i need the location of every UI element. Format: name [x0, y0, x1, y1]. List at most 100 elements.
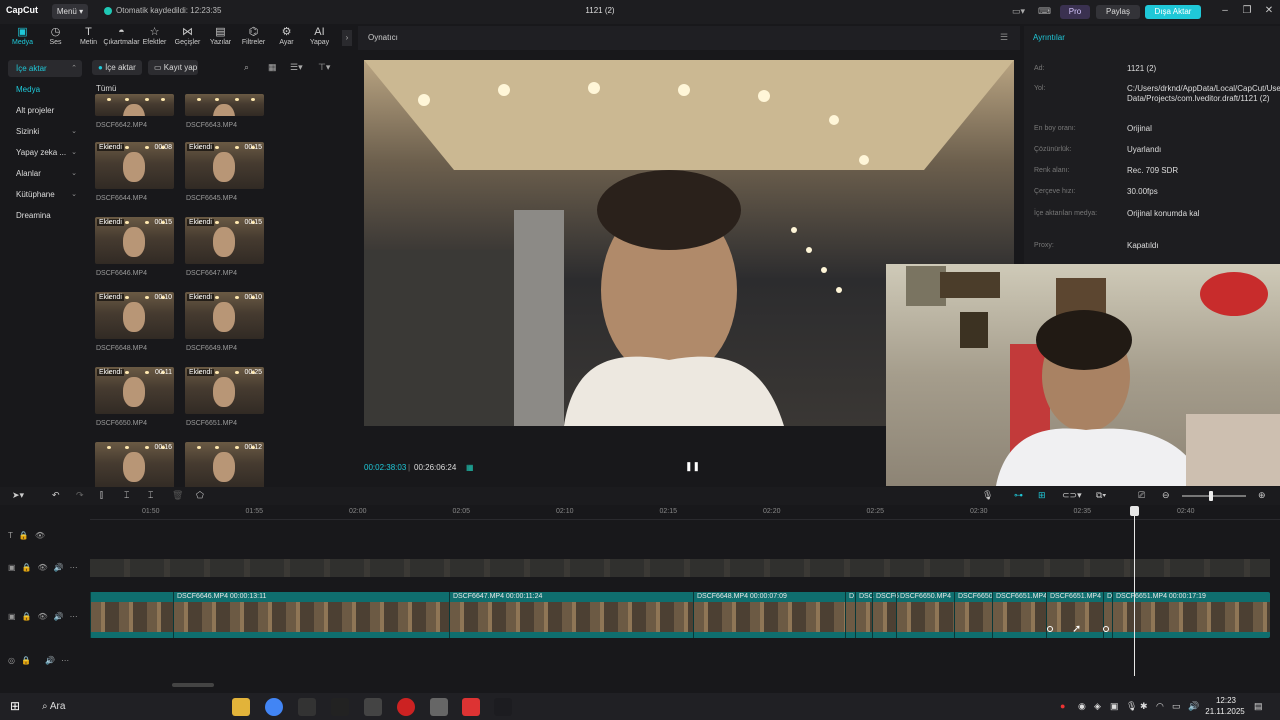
app-icon-8[interactable] [462, 698, 480, 716]
taskbar-search[interactable]: ⌕ Ara [36, 697, 226, 717]
app-icon-7[interactable] [430, 698, 448, 716]
text-track-controls[interactable]: T🔒👁 [8, 531, 51, 540]
main-track-controls[interactable]: ▣🔒👁🔊⋯ [8, 612, 84, 621]
media-thumbnail[interactable]: Eklendi 00:25 [185, 367, 264, 414]
auto-snap-icon[interactable]: ⊞ [1038, 490, 1046, 501]
timeline-clip[interactable]: DSC [855, 592, 874, 638]
sort-icon[interactable]: ☰▾ [290, 62, 303, 73]
zoom-in-icon[interactable]: ⊕ [1258, 490, 1266, 501]
record-button[interactable]: ▭ Kayıt yap [148, 60, 198, 75]
media-thumbnail[interactable]: Eklendi 00:08 [95, 142, 174, 189]
shortcuts-icon[interactable]: ⌨ [1038, 6, 1051, 17]
battery-icon[interactable]: ▭ [1172, 701, 1181, 712]
share-button[interactable]: Paylaş [1096, 5, 1140, 19]
tool-tab-5[interactable]: ⋈ Geçişler [171, 26, 204, 50]
close-icon[interactable]: ✕ [1262, 4, 1276, 18]
timeline-clip[interactable]: DSCF6651.MP4 [992, 592, 1047, 638]
player-menu-icon[interactable]: ☰ [1000, 32, 1008, 43]
tray-icon-3[interactable]: ◈ [1094, 701, 1101, 712]
timeline-clip[interactable]: DSCF6 [872, 592, 899, 638]
maximize-icon[interactable]: ❐ [1240, 4, 1254, 18]
media-thumbnail[interactable] [95, 94, 174, 116]
timecode-grid-icon[interactable]: ▦ [466, 463, 474, 472]
wifi-icon[interactable]: ◠ [1156, 701, 1164, 712]
app-icon-5[interactable] [364, 698, 382, 716]
nav-item-0[interactable]: İçe aktar ⌃ [8, 60, 82, 77]
nav-item-5[interactable]: Alanlar ⌄ [8, 165, 82, 182]
timeline-clip[interactable]: DSCF6646.MP4 00:00:13:11 [173, 592, 449, 638]
r-app-icon[interactable] [298, 698, 316, 716]
delete-icon[interactable]: 🗑 [172, 490, 183, 501]
trim-left-icon[interactable]: ⌶ [124, 490, 129, 501]
tool-tab-1[interactable]: ◷ Ses [39, 26, 72, 50]
capcut-window-icon[interactable] [494, 698, 512, 716]
capcut-icon[interactable] [331, 698, 349, 716]
tool-tab-8[interactable]: ⚙ Ayar [270, 26, 303, 50]
tools-scroll-right-icon[interactable]: › [342, 30, 352, 46]
nav-item-3[interactable]: Sizinki ⌄ [8, 123, 82, 140]
select-tool-icon[interactable]: ➤▾ [12, 490, 24, 501]
timeline-clip[interactable]: DSCF6650 [954, 592, 993, 638]
timeline-clip[interactable]: DSCF6648.MP4 00:00:07:09 [693, 592, 845, 638]
split-icon[interactable]: ⫿ [100, 490, 103, 501]
timeline-clip[interactable]: DSCF6647.MP4 00:00:11:24 [449, 592, 693, 638]
media-thumbnail[interactable]: Eklendi 00:15 [185, 217, 264, 264]
clock-date[interactable]: 21.11.2025 [1200, 707, 1250, 716]
tool-tab-0[interactable]: ▣ Medya [6, 26, 39, 50]
tray-icon-4[interactable]: ▣ [1110, 701, 1119, 712]
marker-icon[interactable]: ⬠ [196, 490, 204, 501]
timeline-clip[interactable]: DSCF6650.MP4 [896, 592, 954, 638]
nav-item-6[interactable]: Kütüphane ⌄ [8, 186, 82, 203]
main-track-magnet-icon[interactable]: ⊶ [1014, 490, 1023, 501]
media-thumbnail[interactable] [185, 94, 264, 116]
playhead[interactable] [1134, 508, 1135, 676]
microphone-icon[interactable]: 🎙 [982, 490, 993, 501]
undo-icon[interactable]: ↶ [52, 490, 60, 501]
fit-icon[interactable]: ⎚ [1138, 490, 1145, 501]
mic-tray-icon[interactable]: 🎙 [1126, 701, 1137, 712]
pause-icon[interactable]: ❚❚ [685, 461, 700, 472]
windows-start-icon[interactable]: ⊞ [10, 699, 20, 713]
volume-icon[interactable]: 🔊 [1188, 701, 1199, 712]
layout-icon[interactable]: ▭▾ [1012, 6, 1025, 17]
media-thumbnail[interactable]: Eklendi 00:15 [185, 142, 264, 189]
media-thumbnail[interactable]: Eklendi 00:15 [95, 217, 174, 264]
bluetooth-icon[interactable]: ✱ [1140, 701, 1148, 712]
tool-tab-4[interactable]: ☆ Efektler [138, 26, 171, 50]
search-icon[interactable]: ⌕ [244, 62, 249, 73]
tray-icon-2[interactable]: ◉ [1078, 701, 1086, 712]
timeline-clip[interactable]: DSCF6651.MP4 00:00:17:19 [1112, 592, 1270, 638]
media-thumbnail[interactable]: Eklendi 00:10 [95, 292, 174, 339]
media-thumbnail[interactable]: Eklendi 00:11 [95, 367, 174, 414]
link-icon[interactable]: ⊂⊃▾ [1062, 490, 1082, 501]
tool-tab-3[interactable]: ◓ Çıkartmalar [103, 26, 139, 50]
timeline-scrollbar[interactable] [172, 683, 214, 687]
chrome-icon[interactable] [265, 698, 283, 716]
filter-icon[interactable]: ⊤▾ [318, 62, 330, 73]
preview-axis-icon[interactable]: ⧉▾ [1096, 490, 1106, 501]
import-button[interactable]: ● İçe aktar [92, 60, 142, 75]
export-button[interactable]: Dışa Aktar [1145, 5, 1201, 19]
zoom-out-icon[interactable]: ⊖ [1162, 490, 1170, 501]
media-thumbnail[interactable]: 00:16 [95, 442, 174, 489]
transition-handle-right[interactable] [1103, 626, 1109, 632]
file-explorer-icon[interactable] [232, 698, 250, 716]
media-thumbnail[interactable]: Eklendi 00:10 [185, 292, 264, 339]
filter-all-label[interactable]: Tümü [96, 84, 116, 93]
notification-icon[interactable]: ▤ [1254, 701, 1263, 712]
playhead-handle[interactable] [1130, 506, 1139, 516]
media-thumbnail[interactable]: 00:12 [185, 442, 264, 489]
zoom-slider[interactable] [1182, 495, 1246, 497]
overlay-track-controls[interactable]: ▣🔒👁🔊⋯ [8, 563, 84, 572]
nav-item-7[interactable]: Dreamina [8, 207, 82, 224]
obs-icon[interactable] [397, 698, 415, 716]
zoom-slider-handle[interactable] [1209, 491, 1213, 501]
redo-icon[interactable]: ↷ [76, 490, 84, 501]
tool-tab-9[interactable]: AI Yapay [303, 26, 336, 50]
timeline-clip[interactable] [90, 592, 173, 638]
view-grid-icon[interactable]: ▦ [268, 62, 277, 73]
nav-item-4[interactable]: Yapay zeka ... ⌄ [8, 144, 82, 161]
timeline-clip[interactable]: D [845, 592, 855, 638]
audio-track-controls[interactable]: ◎🔒 🔊⋯ [8, 656, 75, 665]
transition-handle-left[interactable] [1047, 626, 1053, 632]
